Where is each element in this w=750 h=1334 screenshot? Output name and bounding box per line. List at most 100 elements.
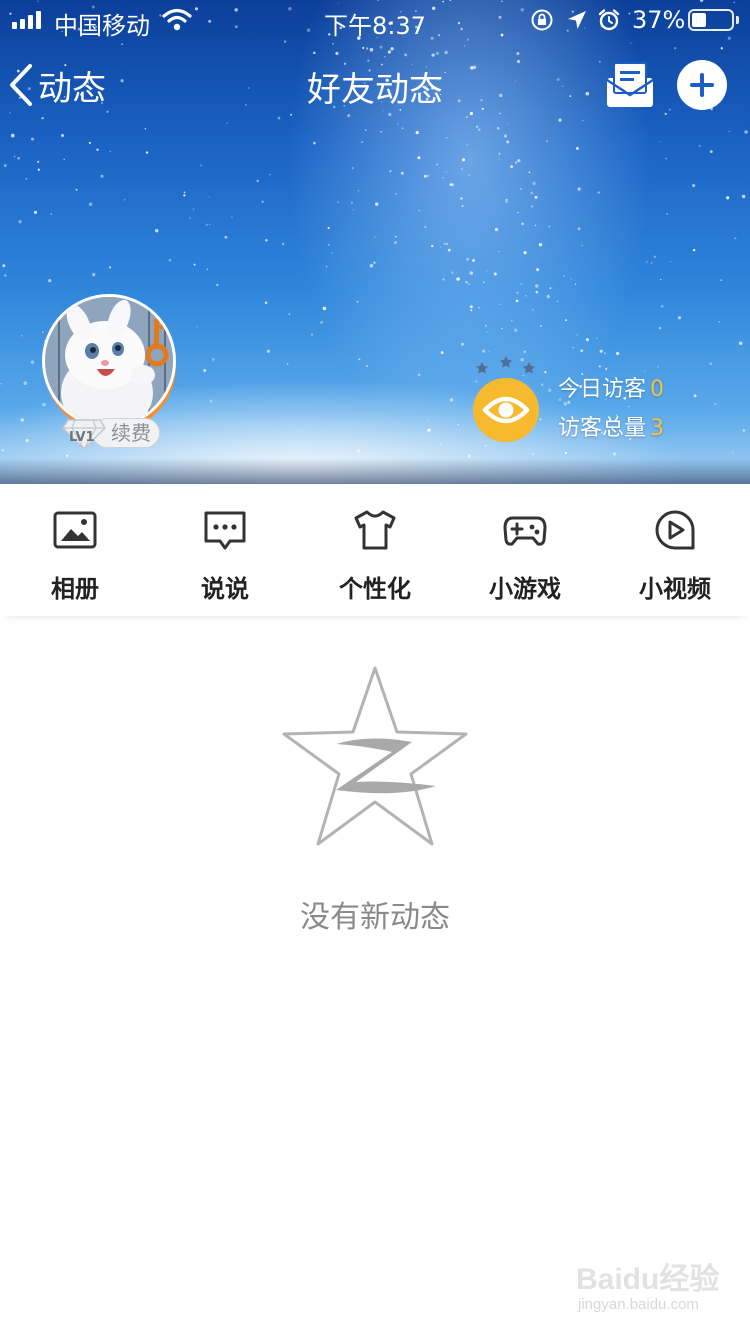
star-dot <box>494 227 499 232</box>
menu-item-shuoshuo[interactable]: 说说 <box>150 484 300 616</box>
star-dot <box>657 365 659 368</box>
star-dot <box>31 137 34 141</box>
star-dot <box>365 364 368 368</box>
star-dot <box>440 442 443 445</box>
star-dot <box>720 47 723 50</box>
horizon-ground <box>0 458 750 484</box>
star-dot <box>426 174 430 177</box>
star-dot <box>645 261 648 263</box>
star-dot <box>144 128 146 130</box>
star-dot <box>17 157 20 160</box>
star-dot <box>200 164 202 166</box>
star-dot <box>50 213 52 215</box>
star-dot <box>325 266 328 268</box>
star-dot <box>121 43 123 45</box>
star-dot <box>379 45 383 49</box>
visitor-stars-icon <box>476 356 535 374</box>
star-dot <box>709 362 713 366</box>
star-dot <box>498 250 500 253</box>
star-dot <box>496 127 500 130</box>
feature-menu: 相册 说说 个性化 小游戏 小视频 <box>0 484 750 616</box>
star-dot <box>183 194 186 197</box>
menu-label-videos: 小视频 <box>639 575 711 603</box>
star-dot <box>75 188 78 191</box>
star-dot <box>145 151 149 154</box>
star-dot <box>484 444 487 447</box>
today-visitors[interactable]: 今日访客 0 <box>558 371 664 403</box>
star-dot <box>33 210 38 214</box>
star-dot <box>216 283 219 287</box>
star-dot <box>63 158 65 160</box>
star-dot <box>423 174 427 178</box>
star-dot <box>277 116 281 120</box>
star-dot <box>390 47 394 51</box>
star-dot <box>88 202 93 207</box>
star-dot <box>209 399 213 403</box>
star-dot <box>499 112 501 115</box>
star-dot <box>577 187 581 191</box>
star-dot <box>468 283 470 286</box>
star-dot <box>395 193 397 195</box>
star-dot <box>549 287 552 289</box>
visitors-button[interactable] <box>473 378 539 442</box>
star-dot <box>580 349 584 353</box>
star-dot <box>693 394 697 398</box>
star-dot <box>510 319 513 322</box>
star-dot <box>261 200 264 203</box>
star-dot <box>516 52 520 55</box>
star-dot <box>616 351 620 356</box>
menu-item-games[interactable]: 小游戏 <box>450 484 600 616</box>
star-dot <box>211 358 215 361</box>
today-visitors-count: 0 <box>650 377 665 402</box>
add-button[interactable] <box>677 60 727 110</box>
star-dot <box>575 146 579 150</box>
star-dot <box>660 304 664 308</box>
star-dot <box>440 246 442 248</box>
star-dot <box>581 244 583 247</box>
star-dot <box>720 279 723 282</box>
mail-icon[interactable] <box>606 62 654 108</box>
star-dot <box>515 299 519 303</box>
star-dot <box>534 195 538 199</box>
star-dot <box>742 429 746 432</box>
star-dot <box>21 334 23 337</box>
star-dot <box>440 351 444 355</box>
star-dot <box>328 244 330 246</box>
star-dot <box>718 321 720 323</box>
star-dot <box>744 130 748 134</box>
menu-item-personalize[interactable]: 个性化 <box>300 484 450 616</box>
star-dot <box>488 351 490 353</box>
star-dot <box>224 235 228 239</box>
star-dot <box>658 326 662 330</box>
menu-label-games: 小游戏 <box>489 575 561 603</box>
menu-item-album[interactable]: 相册 <box>0 484 150 616</box>
total-visitors[interactable]: 访客总量 3 <box>558 410 664 442</box>
star-dot <box>41 116 44 120</box>
star-dot <box>11 133 15 138</box>
star-dot <box>42 402 46 407</box>
star-dot <box>665 157 668 160</box>
avatar[interactable] <box>42 294 176 428</box>
level-badge[interactable]: 续费 LV1 <box>62 416 162 451</box>
level-diamond: LV1 <box>62 416 106 451</box>
star-dot <box>183 191 186 194</box>
star-dot <box>449 398 454 402</box>
star-dot <box>531 452 535 455</box>
star-dot <box>574 283 577 286</box>
star-dot <box>522 374 525 377</box>
star-dot <box>189 217 191 219</box>
star-dot <box>741 194 746 199</box>
star-dot <box>461 205 464 208</box>
star-dot <box>269 174 271 176</box>
star-dot <box>501 328 503 330</box>
star-dot <box>37 160 40 163</box>
star-dot <box>96 148 99 151</box>
menu-item-videos[interactable]: 小视频 <box>600 484 750 616</box>
star-dot <box>401 127 404 130</box>
star-dot <box>2 264 6 268</box>
star-dot <box>25 178 28 180</box>
star-dot <box>534 224 537 227</box>
star-dot <box>506 140 510 144</box>
star-dot <box>739 341 743 345</box>
star-dot <box>499 303 501 305</box>
